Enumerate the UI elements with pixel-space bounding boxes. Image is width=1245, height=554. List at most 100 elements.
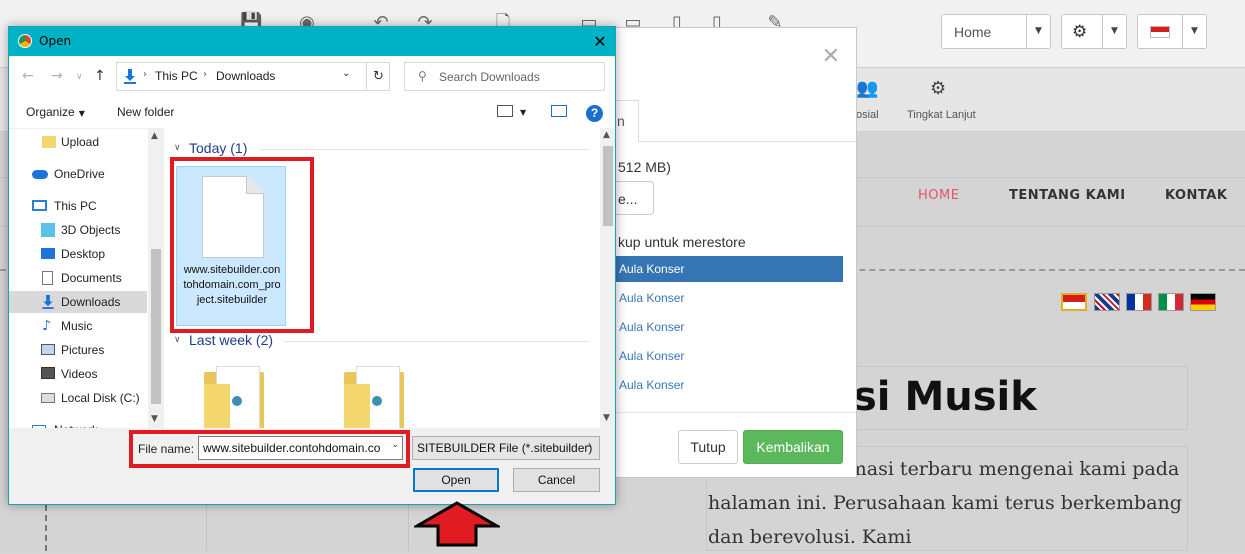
search-input[interactable] (439, 69, 599, 85)
advanced-tool-label[interactable]: Tingkat Lanjut (907, 109, 976, 121)
cloud-icon (32, 170, 48, 179)
folder-item[interactable] (344, 366, 404, 429)
open-file-dialog: Open ✕ ← → ∨ ↑ › This PC › Downloads ⌄ ↻… (8, 26, 616, 505)
recent-locations-icon[interactable]: ∨ (76, 72, 83, 82)
backup-item[interactable]: Aula Konser (599, 343, 843, 369)
nav-item-videos[interactable]: Videos (9, 363, 147, 385)
nav-item-desktop[interactable]: Desktop (9, 243, 147, 265)
chevron-down-icon[interactable]: ∨ (174, 335, 181, 345)
view-options-icon[interactable] (497, 105, 513, 117)
drive-icon (41, 393, 55, 403)
group-header-today[interactable]: Today (1) (189, 140, 247, 156)
close-button[interactable]: Tutup (678, 430, 738, 464)
nav-item-label: This PC (54, 199, 97, 213)
nav-item-label: 3D Objects (61, 223, 121, 237)
scroll-down-icon[interactable]: ▼ (151, 414, 158, 424)
organize-button[interactable]: Organize ▼ (26, 105, 85, 119)
nav-item-label: Music (61, 319, 93, 333)
scroll-up-icon[interactable]: ▲ (603, 130, 610, 140)
nav-item-network[interactable]: Network (9, 419, 147, 428)
page-select-value: Home (954, 24, 992, 40)
search-box[interactable]: ⚲ (404, 62, 605, 91)
pictures-icon (41, 344, 55, 355)
annotation-highlight (129, 430, 410, 468)
refresh-icon[interactable]: ↻ (366, 63, 390, 90)
nav-item-local-disk[interactable]: Local Disk (C:) (9, 387, 147, 409)
nav-item-onedrive[interactable]: OneDrive (9, 163, 147, 185)
nav-item-this-pc[interactable]: This PC (9, 195, 147, 217)
backup-item[interactable]: Aula Konser (599, 372, 843, 398)
language-menu[interactable]: ▼ (1137, 14, 1207, 49)
desktop-icon (41, 248, 55, 259)
flag-indonesia-icon[interactable] (1061, 293, 1087, 311)
chevron-down-icon[interactable]: ∨ (174, 143, 181, 153)
nav-item-3d-objects[interactable]: 3D Objects (9, 219, 147, 241)
nav-item-label: Network (54, 419, 98, 428)
cancel-button[interactable]: Cancel (513, 468, 600, 492)
address-bar[interactable]: › This PC › Downloads ⌄ ↻ (116, 62, 390, 91)
forward-arrow-icon[interactable]: → (51, 68, 63, 84)
scroll-down-icon[interactable]: ▼ (603, 413, 610, 423)
backup-item[interactable]: Aula Konser (599, 285, 843, 311)
up-arrow-icon[interactable]: ↑ (94, 68, 106, 84)
open-button[interactable]: Open (413, 468, 499, 492)
folder-item[interactable] (204, 366, 264, 429)
nav-item-label: OneDrive (54, 167, 105, 181)
download-icon (124, 69, 136, 84)
divider (260, 149, 590, 150)
gears-icon[interactable]: ⚙ (930, 78, 946, 99)
close-icon[interactable]: ✕ (822, 44, 840, 69)
scrollbar-thumb[interactable] (603, 146, 613, 226)
settings-menu[interactable]: ⚙ ▼ (1061, 14, 1127, 49)
flag-uk-icon[interactable] (1094, 293, 1120, 311)
scrollbar-thumb[interactable] (151, 249, 161, 404)
restore-button[interactable]: Kembalikan (743, 430, 843, 464)
chevron-down-icon[interactable]: ⌄ (342, 68, 350, 79)
nav-item-documents[interactable]: Documents (9, 267, 147, 289)
dialog-title-bar[interactable]: Open ✕ (9, 27, 615, 56)
nav-item-upload[interactable]: Upload (9, 131, 147, 153)
chevron-down-icon: ▼ (1182, 15, 1206, 48)
navigation-scrollbar[interactable]: ▲ ▼ (148, 129, 164, 428)
nav-item-pictures[interactable]: Pictures (9, 339, 147, 361)
flag-france-icon[interactable] (1126, 293, 1152, 311)
chevron-down-icon: ▼ (78, 109, 85, 118)
new-folder-button[interactable]: New folder (117, 105, 174, 119)
tab-label: n (617, 113, 625, 129)
chevron-down-icon[interactable]: ▼ (520, 108, 526, 117)
nav-item-downloads[interactable]: Downloads (9, 291, 147, 313)
app-badge-icon (372, 396, 382, 406)
group-header-last-week[interactable]: Last week (2) (189, 332, 273, 348)
nav-item-label: Documents (61, 271, 122, 285)
backup-item[interactable]: Aula Konser (599, 256, 843, 282)
flag-germany-icon[interactable] (1190, 293, 1216, 311)
site-nav-about[interactable]: TENTANG KAMI (1009, 188, 1126, 203)
organize-label: Organize (26, 105, 75, 119)
users-icon[interactable]: 👥 (856, 78, 878, 99)
file-type-select[interactable]: SITEBUILDER File (*.sitebuilder) ⌄ (412, 436, 600, 460)
breadcrumb-downloads[interactable]: Downloads (216, 69, 275, 83)
file-list-scrollbar[interactable]: ▲ ▼ (600, 128, 615, 428)
nav-item-label: Upload (61, 135, 100, 149)
nav-item-music[interactable]: ♪ Music (9, 315, 147, 337)
backup-item[interactable]: Aula Konser (599, 314, 843, 340)
close-icon[interactable]: ✕ (585, 27, 615, 56)
scroll-up-icon[interactable]: ▲ (151, 131, 158, 141)
nav-item-label: Downloads (61, 295, 121, 309)
flag-italy-icon[interactable] (1158, 293, 1184, 311)
divider (599, 412, 856, 413)
preview-pane-icon[interactable] (551, 105, 567, 117)
cube-icon (41, 223, 55, 237)
nav-item-label: Videos (61, 367, 98, 381)
page-select[interactable]: Home ▼ (941, 14, 1051, 49)
file-list-pane: ∨ Today (1) www.sitebuilder.contohdomain… (166, 128, 615, 429)
breadcrumb-separator-icon: › (143, 69, 147, 80)
help-icon[interactable]: ? (586, 105, 603, 122)
site-nav-home[interactable]: HOME (918, 188, 959, 203)
breadcrumb-this-pc[interactable]: This PC (155, 69, 198, 83)
music-icon: ♪ (42, 318, 51, 334)
site-nav-contact[interactable]: KONTAK (1165, 188, 1227, 203)
flag-indonesia-icon (1150, 26, 1170, 38)
annotation-highlight (170, 157, 314, 333)
back-arrow-icon[interactable]: ← (22, 68, 34, 84)
